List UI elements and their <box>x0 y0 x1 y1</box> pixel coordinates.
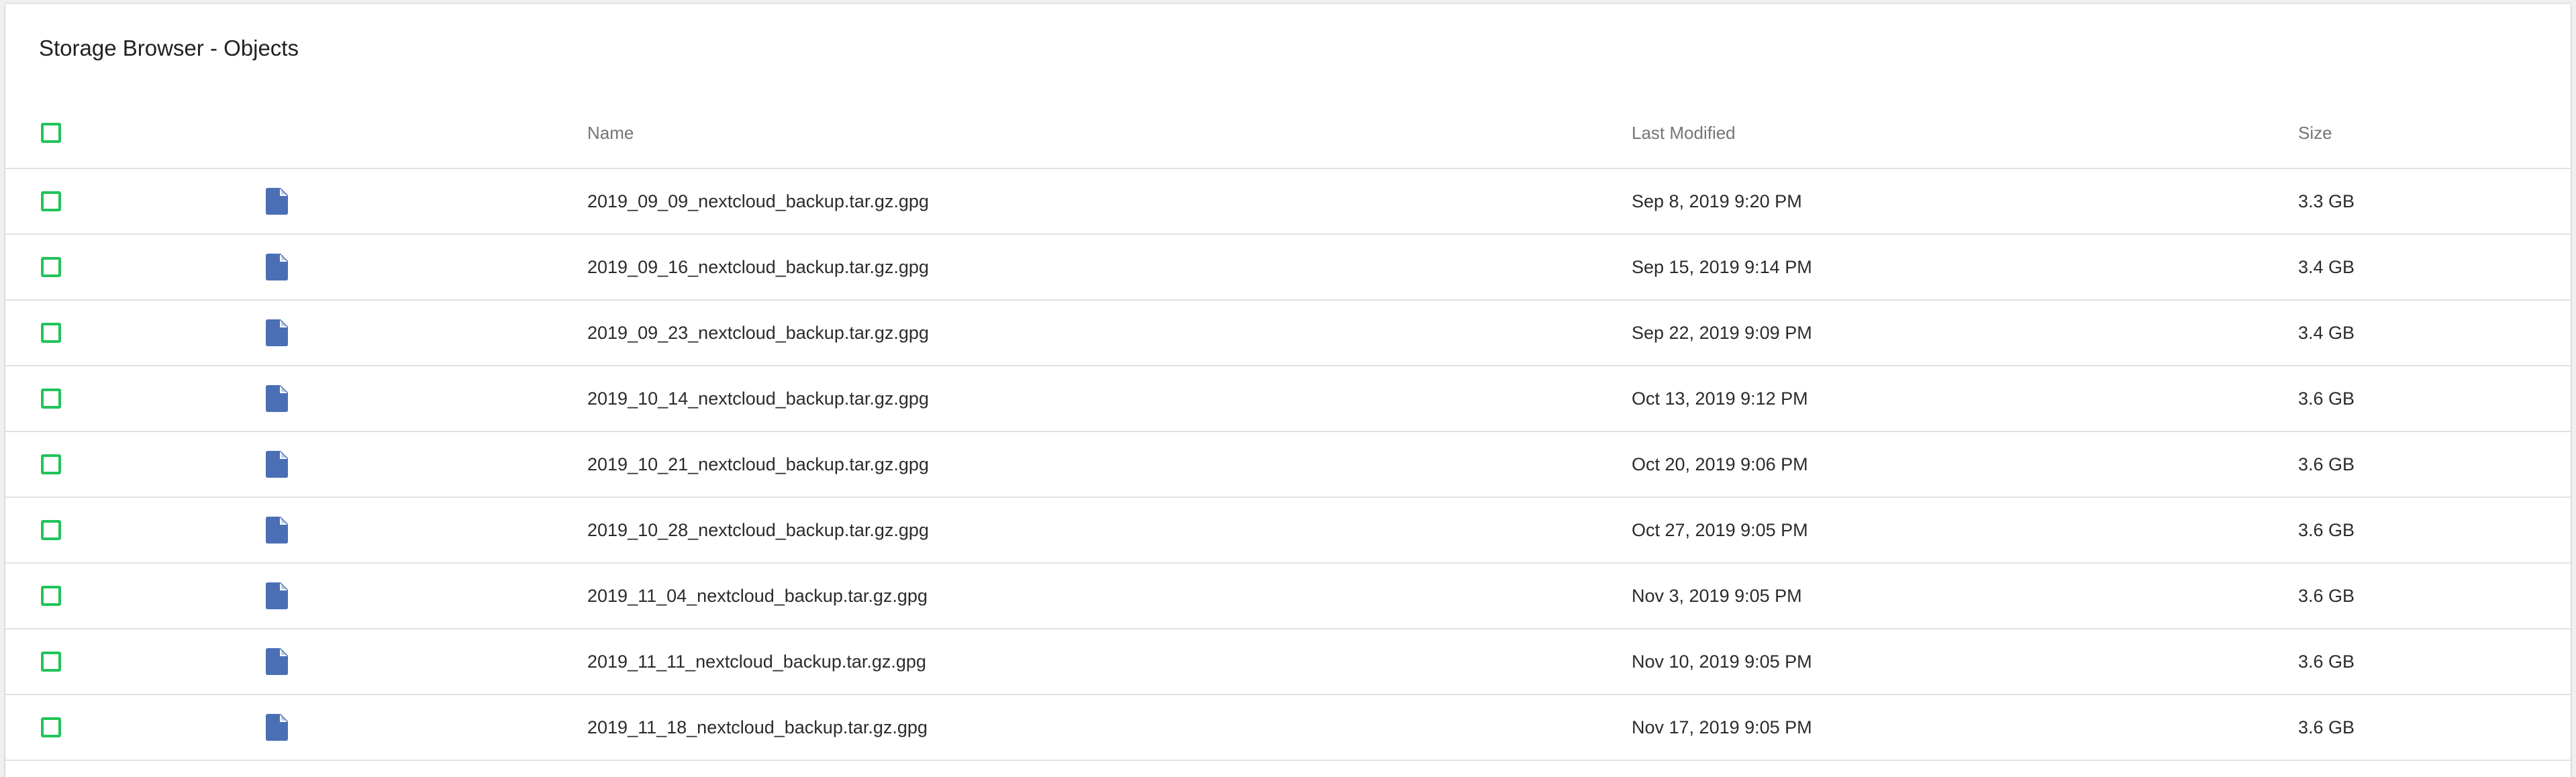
file-icon <box>266 235 288 299</box>
object-size: 3.6 GB <box>2298 717 2355 737</box>
row-checkbox[interactable] <box>41 652 61 672</box>
table-row[interactable]: 2019_11_18_nextcloud_backup.tar.gz.gpg N… <box>5 695 2571 761</box>
object-size: 3.4 GB <box>2298 256 2355 277</box>
object-last-modified: Nov 10, 2019 9:05 PM <box>1632 651 1812 672</box>
object-size: 3.6 GB <box>2298 519 2355 540</box>
object-last-modified: Nov 3, 2019 9:05 PM <box>1632 585 1802 606</box>
object-name[interactable]: 2019_10_21_nextcloud_backup.tar.gz.gpg <box>587 432 929 497</box>
file-icon <box>266 498 288 562</box>
object-name[interactable]: 2019_11_11_nextcloud_backup.tar.gz.gpg <box>587 629 926 694</box>
select-all-checkbox[interactable] <box>41 123 61 143</box>
row-checkbox-cell <box>41 235 61 299</box>
object-last-modified: Nov 17, 2019 9:05 PM <box>1632 717 1812 737</box>
objects-table: Name Last Modified Size 2019_09_09_nextc… <box>5 98 2571 761</box>
object-size: 3.6 GB <box>2298 388 2355 409</box>
object-size: 3.3 GB <box>2298 191 2355 211</box>
object-size: 3.6 GB <box>2298 651 2355 672</box>
file-icon <box>266 169 288 234</box>
table-row[interactable]: 2019_10_14_nextcloud_backup.tar.gz.gpg O… <box>5 366 2571 432</box>
object-name[interactable]: 2019_09_16_nextcloud_backup.tar.gz.gpg <box>587 235 929 299</box>
row-checkbox[interactable] <box>41 191 61 211</box>
object-last-modified: Sep 8, 2019 9:20 PM <box>1632 191 1802 211</box>
object-size: 3.4 GB <box>2298 322 2355 343</box>
object-name[interactable]: 2019_11_18_nextcloud_backup.tar.gz.gpg <box>587 695 928 760</box>
table-row[interactable]: 2019_09_23_nextcloud_backup.tar.gz.gpg S… <box>5 301 2571 366</box>
object-size: 3.6 GB <box>2298 454 2355 474</box>
object-last-modified: Oct 20, 2019 9:06 PM <box>1632 454 1808 474</box>
file-icon <box>266 301 288 365</box>
object-last-modified: Sep 22, 2019 9:09 PM <box>1632 322 1812 343</box>
object-name[interactable]: 2019_09_09_nextcloud_backup.tar.gz.gpg <box>587 169 929 234</box>
storage-browser-card: Storage Browser - Objects Name Last Modi… <box>5 4 2571 777</box>
row-checkbox[interactable] <box>41 717 61 737</box>
file-icon <box>266 629 288 694</box>
row-checkbox[interactable] <box>41 323 61 343</box>
row-checkbox-cell <box>41 564 61 628</box>
table-body: 2019_09_09_nextcloud_backup.tar.gz.gpg S… <box>5 169 2571 761</box>
object-last-modified: Oct 27, 2019 9:05 PM <box>1632 519 1808 540</box>
table-row[interactable]: 2019_11_11_nextcloud_backup.tar.gz.gpg N… <box>5 629 2571 695</box>
row-checkbox[interactable] <box>41 586 61 606</box>
row-checkbox-cell <box>41 695 61 760</box>
file-icon <box>266 564 288 628</box>
file-icon <box>266 695 288 760</box>
table-row[interactable]: 2019_09_16_nextcloud_backup.tar.gz.gpg S… <box>5 235 2571 301</box>
file-icon <box>266 432 288 497</box>
object-name[interactable]: 2019_10_28_nextcloud_backup.tar.gz.gpg <box>587 498 929 562</box>
column-header-last-modified[interactable]: Last Modified <box>1632 98 1736 168</box>
table-row[interactable]: 2019_11_04_nextcloud_backup.tar.gz.gpg N… <box>5 564 2571 629</box>
object-size: 3.6 GB <box>2298 585 2355 606</box>
table-row[interactable]: 2019_10_28_nextcloud_backup.tar.gz.gpg O… <box>5 498 2571 564</box>
file-icon <box>266 366 288 431</box>
row-checkbox-cell <box>41 301 61 365</box>
row-checkbox-cell <box>41 629 61 694</box>
select-all-cell <box>41 98 61 168</box>
column-header-size[interactable]: Size <box>2298 98 2332 168</box>
object-last-modified: Sep 15, 2019 9:14 PM <box>1632 256 1812 277</box>
object-name[interactable]: 2019_11_04_nextcloud_backup.tar.gz.gpg <box>587 564 928 628</box>
row-checkbox-cell <box>41 366 61 431</box>
object-name[interactable]: 2019_10_14_nextcloud_backup.tar.gz.gpg <box>587 366 929 431</box>
page-title: Storage Browser - Objects <box>39 36 299 60</box>
row-checkbox-cell <box>41 169 61 234</box>
row-checkbox[interactable] <box>41 454 61 474</box>
table-row[interactable]: 2019_09_09_nextcloud_backup.tar.gz.gpg S… <box>5 169 2571 235</box>
row-checkbox-cell <box>41 498 61 562</box>
row-checkbox[interactable] <box>41 520 61 540</box>
row-checkbox-cell <box>41 432 61 497</box>
table-row[interactable]: 2019_10_21_nextcloud_backup.tar.gz.gpg O… <box>5 432 2571 498</box>
object-name[interactable]: 2019_09_23_nextcloud_backup.tar.gz.gpg <box>587 301 929 365</box>
column-header-name[interactable]: Name <box>587 98 634 168</box>
row-checkbox[interactable] <box>41 257 61 277</box>
object-last-modified: Oct 13, 2019 9:12 PM <box>1632 388 1808 409</box>
row-checkbox[interactable] <box>41 389 61 409</box>
table-header-row: Name Last Modified Size <box>5 98 2571 169</box>
